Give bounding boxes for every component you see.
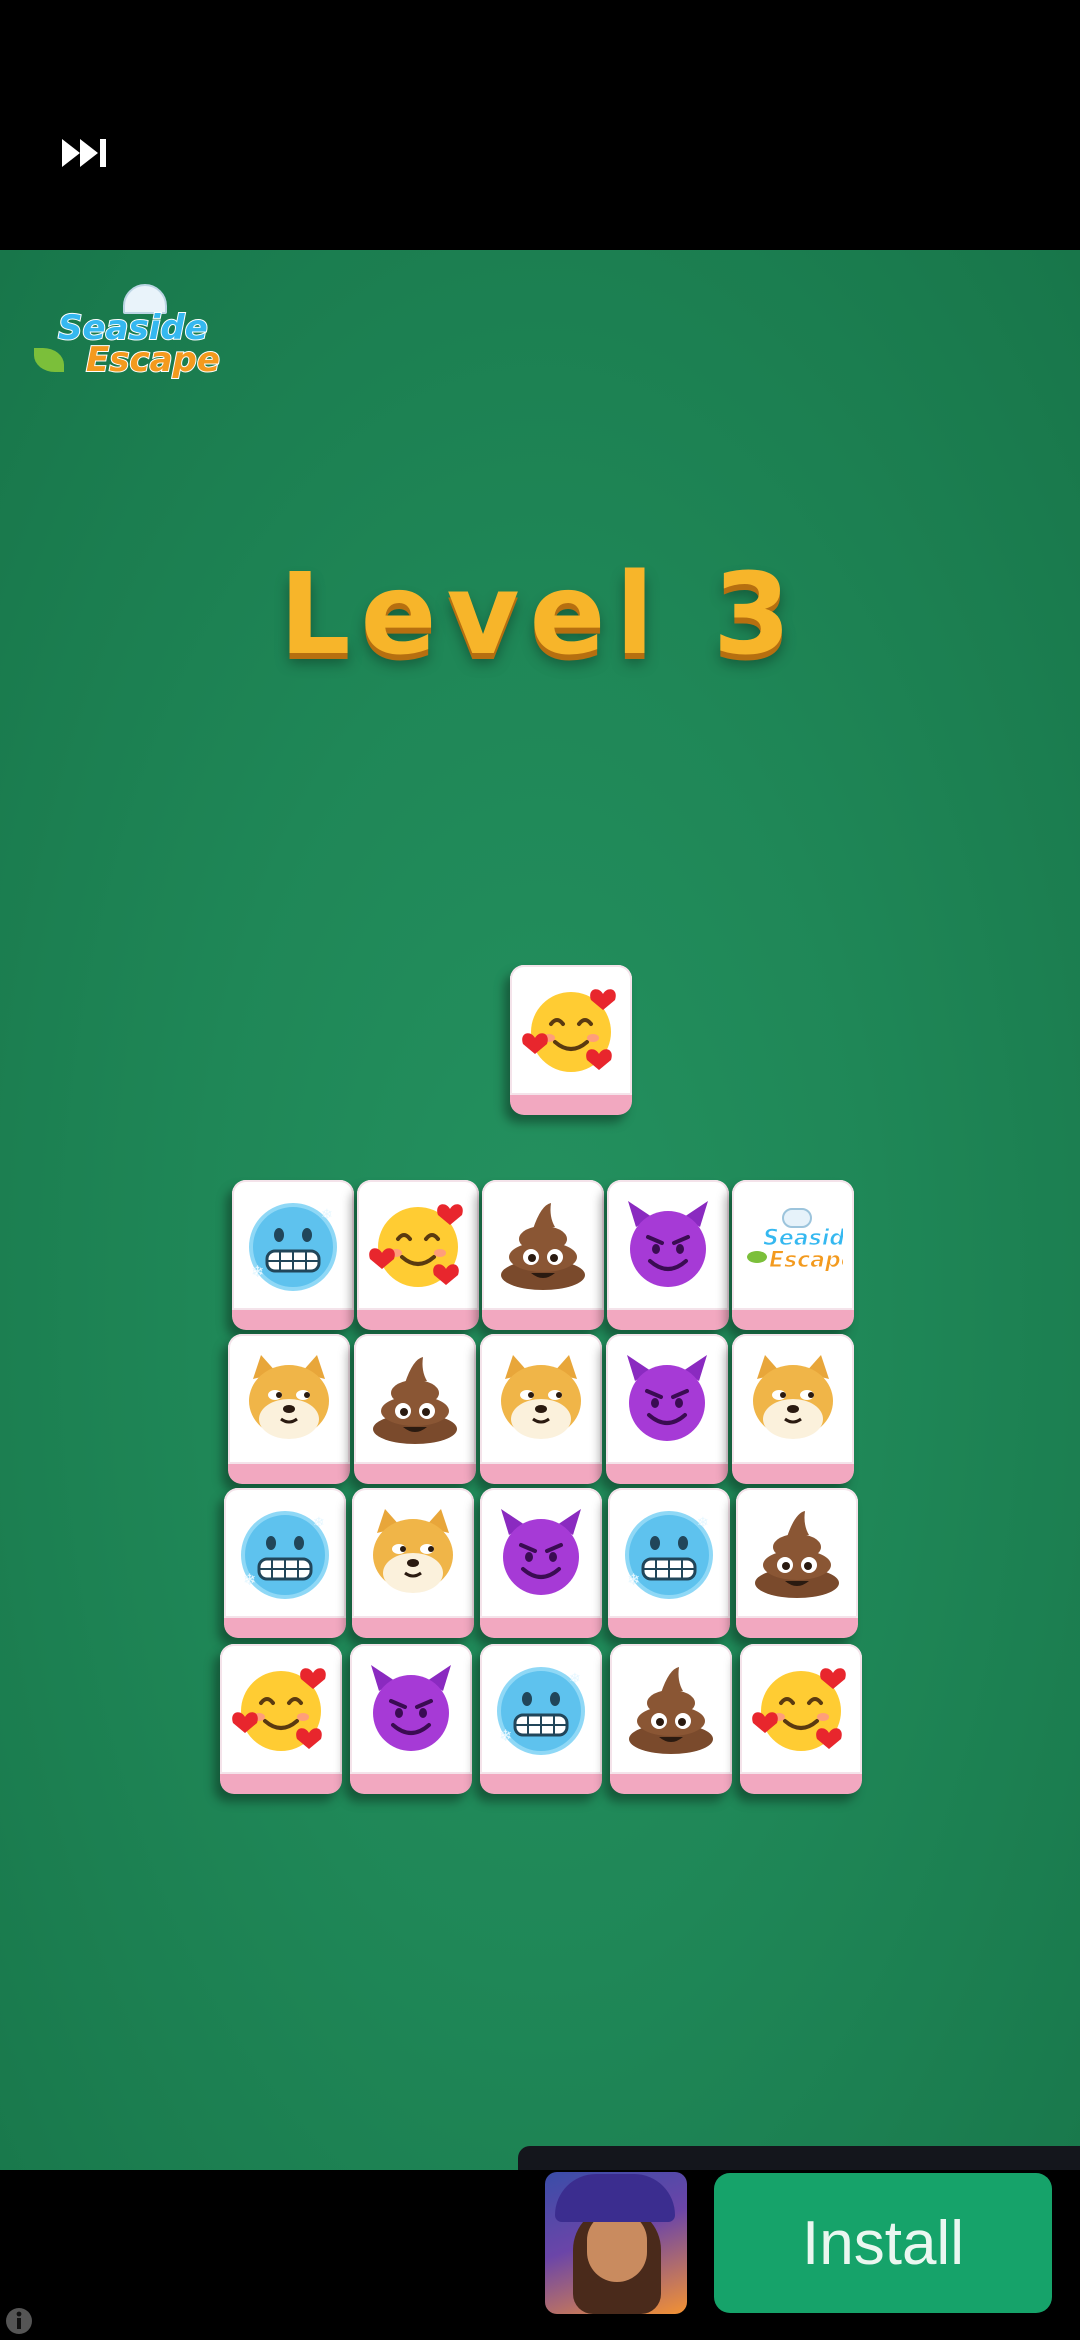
board-tile[interactable]: [357, 1180, 479, 1330]
board-tile[interactable]: [740, 1644, 862, 1794]
board-tile[interactable]: [610, 1644, 732, 1794]
board-tile[interactable]: ❄ ❄: [480, 1644, 602, 1794]
smiling-hearts-icon: [521, 980, 621, 1080]
logo-leaf: [34, 348, 64, 372]
board-tile[interactable]: [352, 1488, 474, 1638]
logo-line-2: Escape: [85, 339, 221, 381]
poop-icon: [747, 1503, 847, 1603]
svg-text:❄: ❄: [243, 1570, 256, 1589]
smiling-devil-icon: [361, 1659, 461, 1759]
board-tile[interactable]: [354, 1334, 476, 1484]
poop-icon: [493, 1195, 593, 1295]
doge-icon: [743, 1349, 843, 1449]
smiling-hearts-icon: [368, 1195, 468, 1295]
info-icon[interactable]: [4, 2306, 34, 2336]
board-tile[interactable]: [736, 1488, 858, 1638]
svg-text:❄: ❄: [627, 1570, 640, 1589]
cold-face-icon: ❄ ❄: [619, 1503, 719, 1603]
board-tile[interactable]: [732, 1334, 854, 1484]
svg-text:❄: ❄: [569, 1671, 581, 1687]
game-logo: Seaside Escape: [28, 278, 221, 393]
board-tile[interactable]: ❄ ❄: [224, 1488, 346, 1638]
ad-thumbnail[interactable]: [545, 2172, 687, 2314]
smiling-devil-icon: [491, 1503, 591, 1603]
doge-icon: [363, 1503, 463, 1603]
svg-text:Escape: Escape: [769, 1248, 843, 1273]
seaside-escape-logo-icon: SeasideEscape: [743, 1195, 860, 1295]
board-tile[interactable]: [482, 1180, 604, 1330]
fast-forward-icon[interactable]: [62, 135, 112, 171]
doge-icon: [491, 1349, 591, 1449]
install-button[interactable]: Install: [714, 2173, 1052, 2313]
svg-text:❄: ❄: [251, 1262, 264, 1281]
board-tile[interactable]: ❄ ❄: [608, 1488, 730, 1638]
selected-tile[interactable]: [510, 965, 632, 1115]
poop-icon: [365, 1349, 465, 1449]
board-tile[interactable]: [606, 1334, 728, 1484]
doge-icon: [239, 1349, 339, 1449]
board-tile[interactable]: [220, 1644, 342, 1794]
ad-face: [587, 2212, 647, 2282]
cold-face-icon: ❄ ❄: [491, 1659, 591, 1759]
board-tile[interactable]: [607, 1180, 729, 1330]
ad-hat: [555, 2174, 675, 2222]
board-tile[interactable]: ❄ ❄: [232, 1180, 354, 1330]
board-tile[interactable]: [480, 1334, 602, 1484]
svg-text:❄: ❄: [697, 1515, 709, 1531]
board-tile[interactable]: [350, 1644, 472, 1794]
smiling-devil-icon: [618, 1195, 718, 1295]
poop-icon: [621, 1659, 721, 1759]
svg-text:❄: ❄: [313, 1515, 325, 1531]
smiling-hearts-icon: [231, 1659, 331, 1759]
cold-face-icon: ❄ ❄: [235, 1503, 335, 1603]
top-bar: [0, 0, 1080, 250]
svg-text:❄: ❄: [321, 1207, 333, 1223]
board-tile[interactable]: [480, 1488, 602, 1638]
svg-text:❄: ❄: [499, 1726, 512, 1745]
level-title: Level 3: [279, 550, 801, 680]
smiling-devil-icon: [617, 1349, 717, 1449]
board-tile[interactable]: [228, 1334, 350, 1484]
board-tile[interactable]: SeasideEscape: [732, 1180, 860, 1330]
smiling-hearts-icon: [751, 1659, 851, 1759]
cold-face-icon: ❄ ❄: [243, 1195, 343, 1295]
